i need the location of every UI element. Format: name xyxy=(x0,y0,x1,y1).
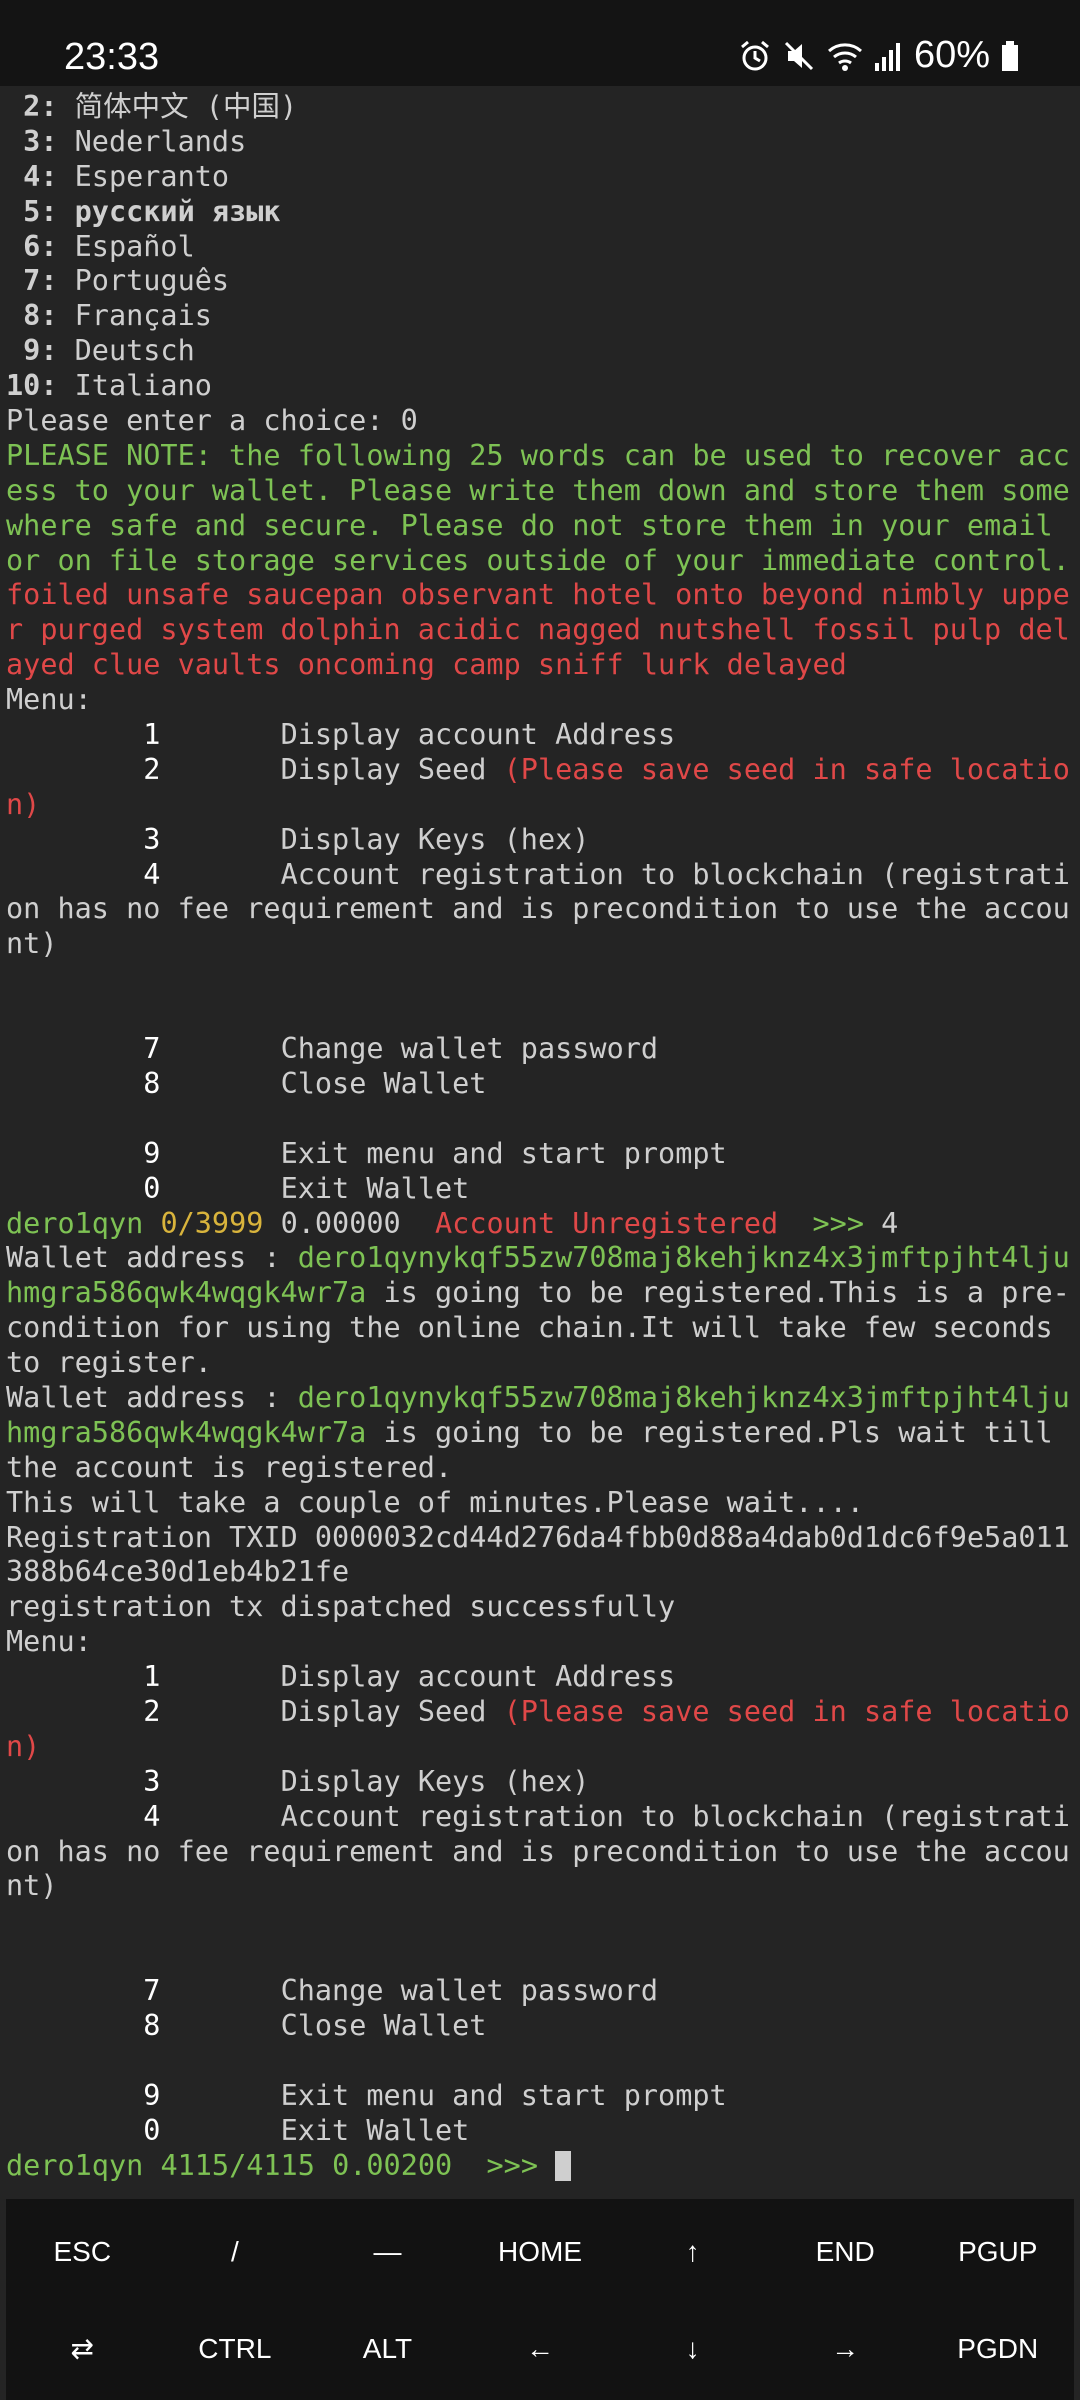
extra-keys-row: ⇄ CTRL ALT ← ↓ → PGDN xyxy=(6,2300,1074,2397)
registration-txid: Registration TXID 0000032cd44d276da4fbb0… xyxy=(6,1520,1070,1554)
up-arrow-key[interactable]: ↑ xyxy=(616,2203,769,2300)
terminal-output[interactable]: 2: 简体中文 (中国) 3: Nederlands 4: Esperanto … xyxy=(6,90,1076,2200)
menu-item-display-keys: 3 Display Keys (hex) xyxy=(143,822,590,856)
menu-item-registration: 4 Account registration to blockchain (re… xyxy=(143,1799,1070,1833)
language-item: 7: Português xyxy=(6,264,230,298)
extra-keys-row: ESC / — HOME ↑ END PGUP xyxy=(6,2203,1074,2300)
battery-icon xyxy=(1000,39,1020,73)
wifi-icon xyxy=(826,39,864,73)
menu-item-exit-wallet: 0 Exit Wallet xyxy=(143,1171,470,1205)
wallet-address-line: hmgra586qwk4wqgk4wr7a is going to be reg… xyxy=(6,1276,1070,1310)
language-item: 2: 简体中文 (中国) xyxy=(6,90,298,123)
registration-txid: 388b64ce30d1eb4b21fe xyxy=(6,1555,350,1589)
mute-icon xyxy=(782,39,816,73)
menu-item-registration-cont: nt) xyxy=(6,1869,58,1903)
seed-note-line: PLEASE NOTE: the following 25 words can … xyxy=(6,438,1070,472)
wallet-address-line: Wallet address : dero1qynykqf55zw708maj8… xyxy=(6,1380,1070,1414)
menu-item-display-address: 1 Display account Address xyxy=(143,1660,676,1694)
registration-message: to register. xyxy=(6,1346,212,1380)
choice-prompt: Please enter a choice: 0 xyxy=(6,404,418,438)
down-arrow-key[interactable]: ↓ xyxy=(616,2300,769,2397)
battery-percent: 60% xyxy=(913,34,990,76)
menu-item-close-wallet: 8 Close Wallet xyxy=(143,2008,487,2042)
signal-icon xyxy=(874,39,904,73)
seed-words-line: r purged system dolphin acidic nagged nu… xyxy=(6,613,1070,647)
language-item: 10: Italiano xyxy=(6,369,212,403)
menu-item-exit-menu: 9 Exit menu and start prompt xyxy=(143,1136,727,1170)
seed-words-line: ayed clue vaults oncoming camp sniff lur… xyxy=(6,648,847,682)
registration-message: the account is registered. xyxy=(6,1450,453,1484)
left-arrow-key[interactable]: ← xyxy=(464,2300,617,2397)
end-key[interactable]: END xyxy=(769,2203,922,2300)
wallet-prompt: dero1qyn 0/3999 0.00000 Account Unregist… xyxy=(6,1206,899,1240)
extra-keys-bar: ESC / — HOME ↑ END PGUP ⇄ CTRL ALT ← ↓ →… xyxy=(6,2199,1074,2400)
status-bar: 23:33 60% xyxy=(0,0,1080,86)
menu-item-display-seed: 2 Display Seed (Please save seed in safe… xyxy=(143,1694,1070,1728)
text-cursor xyxy=(555,2150,572,2181)
menu-item-display-seed: 2 Display Seed (Please save seed in safe… xyxy=(143,752,1070,786)
menu-item-registration-cont: on has no fee requirement and is precond… xyxy=(6,892,1070,926)
registration-wait: This will take a couple of minutes.Pleas… xyxy=(6,1485,864,1519)
right-arrow-key[interactable]: → xyxy=(769,2300,922,2397)
dash-key[interactable]: — xyxy=(311,2203,464,2300)
language-item: 9: Deutsch xyxy=(6,334,195,368)
ctrl-key[interactable]: CTRL xyxy=(159,2300,312,2397)
language-item: 6: Español xyxy=(6,229,195,263)
menu-item-registration-cont: nt) xyxy=(6,927,58,961)
menu-item-change-password: 7 Change wallet password xyxy=(143,1974,659,2008)
language-item: 8: Français xyxy=(6,299,212,333)
alarm-icon xyxy=(738,39,772,73)
menu-item-exit-menu: 9 Exit menu and start prompt xyxy=(143,2078,727,2112)
menu-item-close-wallet: 8 Close Wallet xyxy=(143,1066,487,1100)
menu-item-exit-wallet: 0 Exit Wallet xyxy=(143,2113,470,2147)
seed-note-line: or on file storage services outside of y… xyxy=(6,543,1070,577)
menu-item-registration: 4 Account registration to blockchain (re… xyxy=(143,857,1070,891)
menu-item-display-address: 1 Display account Address xyxy=(143,718,676,752)
registration-dispatched: registration tx dispatched successfully xyxy=(6,1590,676,1624)
seed-words-line: foiled unsafe saucepan observant hotel o… xyxy=(6,578,1070,612)
menu-item-change-password: 7 Change wallet password xyxy=(143,1032,659,1066)
wallet-prompt-active[interactable]: dero1qyn 4115/4115 0.00200 >>> xyxy=(6,2149,1076,2184)
pgdn-key[interactable]: PGDN xyxy=(921,2300,1074,2397)
language-item: 5: русский язык xyxy=(6,194,281,228)
menu-label: Menu: xyxy=(6,683,92,717)
pgup-key[interactable]: PGUP xyxy=(921,2203,1074,2300)
menu-item-seed-warning-cont: n) xyxy=(6,1729,41,1763)
menu-item-display-keys: 3 Display Keys (hex) xyxy=(143,1764,590,1798)
language-item: 3: Nederlands xyxy=(6,124,247,158)
wallet-address-line: hmgra586qwk4wqgk4wr7a is going to be reg… xyxy=(6,1415,1053,1449)
language-item: 4: Esperanto xyxy=(6,159,230,193)
menu-item-registration-cont: on has no fee requirement and is precond… xyxy=(6,1834,1070,1868)
wallet-address-line: Wallet address : dero1qynykqf55zw708maj8… xyxy=(6,1241,1070,1275)
tab-key[interactable]: ⇄ xyxy=(6,2300,159,2397)
menu-label: Menu: xyxy=(6,1625,92,1659)
status-time: 23:33 xyxy=(64,36,160,78)
home-key[interactable]: HOME xyxy=(464,2203,617,2300)
slash-key[interactable]: / xyxy=(159,2203,312,2300)
seed-note-line: where safe and secure. Please do not sto… xyxy=(6,508,1053,542)
registration-message: condition for using the online chain.It … xyxy=(6,1311,1053,1345)
status-icons: 60% xyxy=(738,34,1020,77)
seed-note-line: ess to your wallet. Please write them do… xyxy=(6,473,1070,507)
esc-key[interactable]: ESC xyxy=(6,2203,159,2300)
menu-item-seed-warning-cont: n) xyxy=(6,787,41,821)
alt-key[interactable]: ALT xyxy=(311,2300,464,2397)
